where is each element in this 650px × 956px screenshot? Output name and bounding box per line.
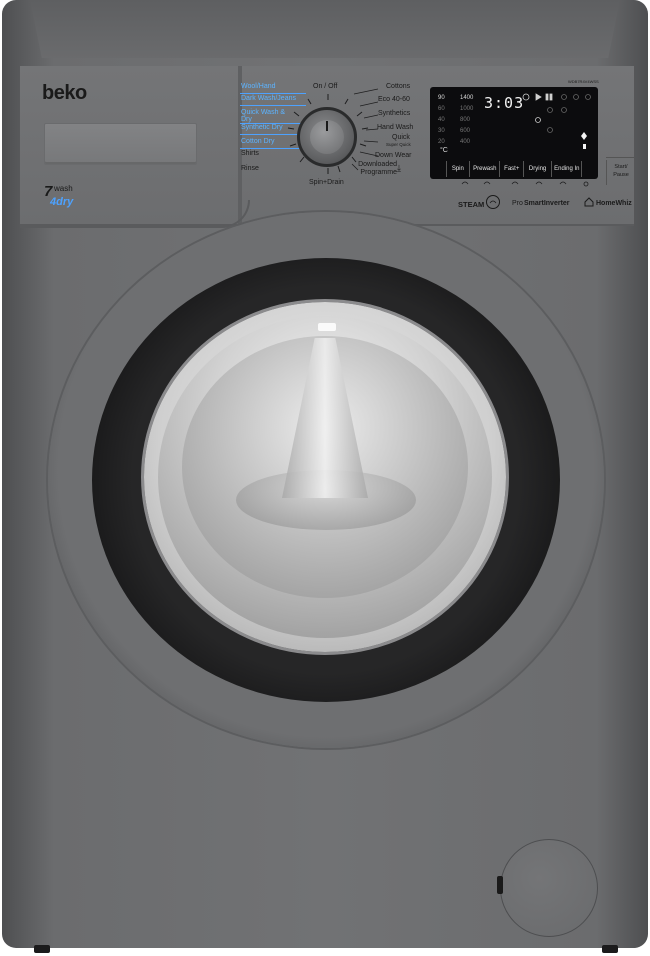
- anticrease-icon: [561, 107, 567, 113]
- fast-plus-button[interactable]: Fast+: [500, 161, 525, 177]
- spin-400: 400: [460, 139, 471, 145]
- option-sub-icons: [461, 181, 589, 187]
- spin-button[interactable]: Spin: [447, 161, 471, 177]
- ending-sub-icon: [559, 181, 567, 185]
- filter-cover-tab[interactable]: [497, 876, 503, 894]
- programme-synthetic-dry[interactable]: Synthetic Dry: [241, 124, 283, 131]
- pause-label: Pause: [613, 172, 629, 178]
- programme-leader-lines: [351, 88, 378, 171]
- start-label: Start/: [614, 164, 628, 170]
- steam-status-icon: [522, 93, 530, 101]
- status-icons: [522, 93, 591, 149]
- drying-button[interactable]: Drying: [524, 161, 553, 177]
- pause-icon: [545, 93, 549, 101]
- left-foot: [34, 945, 50, 953]
- door-handle[interactable]: [318, 323, 336, 331]
- spin-sub-icon: [461, 181, 469, 185]
- remote-sub-icon: [583, 181, 589, 187]
- programme-eco-40-60[interactable]: Eco 40-60: [378, 96, 410, 103]
- top-plate: [30, 0, 620, 58]
- programme-synthetics[interactable]: Synthetics: [378, 110, 410, 117]
- fast-sub-icon: [511, 181, 519, 185]
- steam-badge: STEAM: [458, 200, 485, 209]
- spin-1400: 1400: [460, 95, 474, 101]
- timer-icon: [547, 127, 553, 133]
- spin-600: 600: [460, 128, 471, 134]
- download-icon: ⤓: [397, 163, 401, 173]
- detergent-drawer[interactable]: [44, 123, 197, 165]
- knob-indicator: [326, 121, 328, 131]
- dry-level-icon: [561, 94, 567, 100]
- temp-40: 40: [438, 117, 445, 123]
- programme-shirts[interactable]: Shirts: [241, 150, 259, 157]
- temp-unit: °C: [440, 147, 448, 154]
- spin-drain-label: Spin+Drain: [309, 179, 344, 186]
- programme-hand-wash[interactable]: Hand Wash: [377, 124, 413, 131]
- delay-icon: [573, 94, 579, 100]
- temp-30: 30: [438, 128, 445, 134]
- programme-down-wear[interactable]: Down Wear: [375, 152, 411, 159]
- capacity-wash-label: wash: [54, 184, 73, 193]
- time-remaining: 3:03: [484, 94, 525, 112]
- lock-icon: [583, 144, 586, 149]
- spin-800: 800: [460, 117, 471, 123]
- capacity-dry-label: 4dry: [50, 196, 74, 208]
- start-button-line: [606, 157, 634, 158]
- programme-rinse[interactable]: Rinse: [241, 165, 259, 172]
- soil-icon: [547, 107, 553, 113]
- right-foot: [602, 945, 618, 953]
- programme-cottons[interactable]: Cottons: [386, 83, 410, 90]
- brand-logo: beko: [42, 82, 87, 104]
- inverter-badge-pre: Pro: [512, 200, 523, 207]
- homewhiz-badge: HomeWhiz: [596, 200, 632, 207]
- bluetooth-icon: [581, 132, 587, 140]
- temp-button[interactable]: [432, 161, 447, 177]
- start-pause-button[interactable]: Start/ Pause: [606, 160, 635, 185]
- child-lock-icon: [535, 117, 541, 123]
- pump-filter-cover[interactable]: [500, 839, 598, 937]
- programme-cotton-dry[interactable]: Cotton Dry: [241, 138, 274, 145]
- temp-20: 20: [438, 139, 445, 145]
- temp-60: 60: [438, 106, 445, 112]
- prewash-sub-icon: [483, 181, 491, 185]
- programme-super-quick: Super Quick: [386, 142, 411, 147]
- temp-90: 90: [438, 95, 445, 101]
- inverter-badge: SmartInverter: [524, 200, 570, 207]
- play-icon: [535, 93, 542, 101]
- drying-sub-icon: [535, 181, 543, 185]
- homewhiz-icon: [584, 197, 594, 207]
- steam-cure-icon: [486, 195, 500, 209]
- programme-quick[interactable]: Quick: [392, 134, 410, 141]
- spin-1000: 1000: [460, 106, 474, 112]
- option-button-row: Spin Prewash Fast+ Drying Ending In: [432, 161, 596, 177]
- on-off-label: On / Off: [313, 83, 338, 90]
- rinse-hold-icon: [585, 94, 591, 100]
- remote-button[interactable]: [582, 161, 596, 177]
- prewash-button[interactable]: Prewash: [470, 161, 501, 177]
- model-number: WDB7R4V4WSS: [568, 79, 599, 84]
- ending-in-button[interactable]: Ending In: [552, 161, 583, 177]
- programme-wool[interactable]: Wool/Hand: [241, 83, 276, 90]
